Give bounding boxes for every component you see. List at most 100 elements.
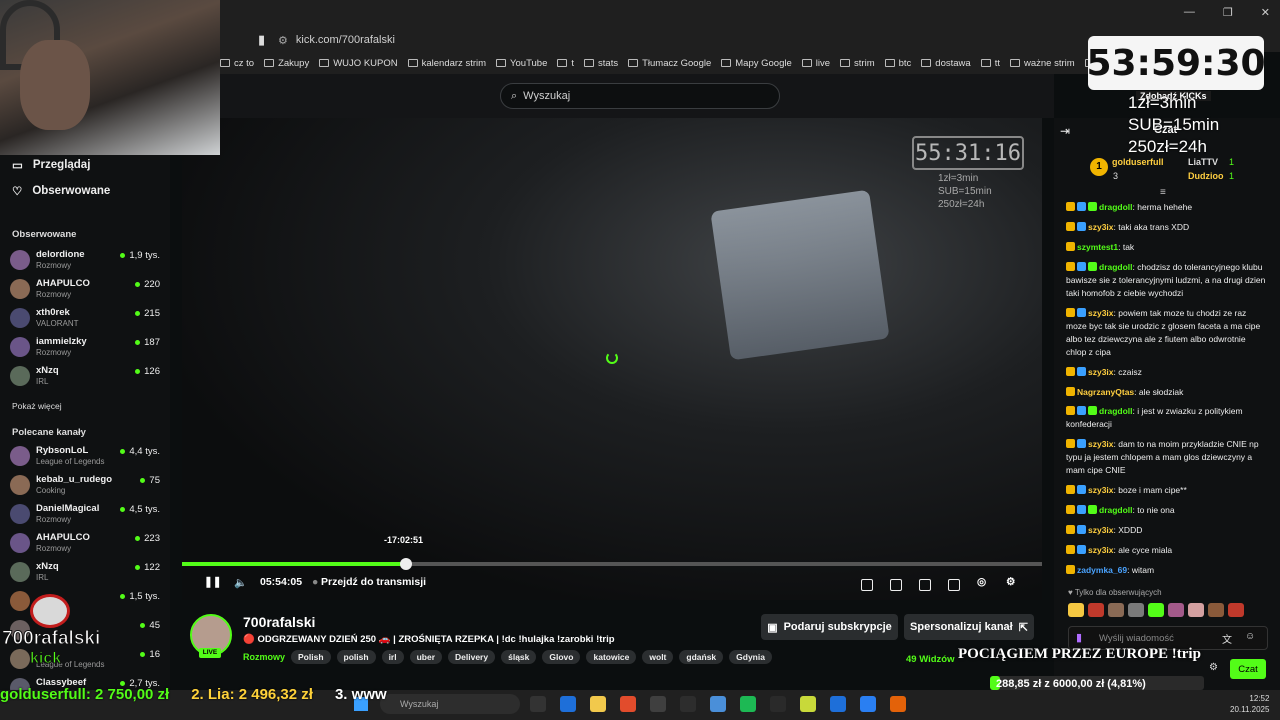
bookmark-item[interactable]: YouTube [496, 58, 547, 69]
nav-browse[interactable]: ▭ Przeglądaj [12, 158, 90, 172]
emote-icon[interactable] [1228, 603, 1244, 617]
stream-tag[interactable]: katowice [586, 650, 637, 664]
volume-icon[interactable]: 🔈 [234, 576, 247, 589]
stream-tag[interactable]: polish [336, 650, 376, 664]
chat-username[interactable]: szymtest1 [1077, 242, 1118, 252]
emote-icon[interactable] [1148, 603, 1164, 617]
close-button[interactable]: ✕ [1261, 6, 1270, 19]
clip-icon[interactable] [861, 579, 873, 591]
bookmark-star-icon[interactable]: ▮ [258, 32, 265, 48]
chat-username[interactable]: szy3ix [1088, 439, 1114, 449]
taskbar-app-icon[interactable] [830, 696, 846, 712]
streamer-name[interactable]: 700rafalski [243, 614, 315, 630]
bookmark-item[interactable]: btc [884, 58, 911, 69]
customize-channel-button[interactable]: Spersonalizuj kanał ⇱ [904, 614, 1034, 640]
bookmark-item[interactable]: live [801, 58, 830, 69]
show-more-link[interactable]: Pokaż więcej [12, 401, 62, 411]
bookmark-item[interactable]: Mapy Google [721, 58, 792, 69]
bookmark-item[interactable]: WUJO KUPON [319, 58, 398, 69]
emote-icon[interactable] [1188, 603, 1204, 617]
bookmark-item[interactable]: stats [584, 58, 618, 69]
sidebar-channel[interactable]: xNzq IRL 122 [10, 560, 160, 588]
stream-tag[interactable]: Delivery [448, 650, 496, 664]
emote-icon[interactable] [1068, 603, 1084, 617]
quality-icon[interactable]: ◎ [977, 576, 986, 588]
go-live-button[interactable]: Przejdź do transmisji [321, 576, 426, 588]
sidebar-channel[interactable]: iammielzky Rozmowy 187 [10, 335, 160, 363]
maximize-button[interactable]: ❐ [1223, 6, 1233, 19]
collapse-chat-icon[interactable]: ⇥ [1060, 124, 1070, 138]
bookmark-item[interactable]: strim [840, 58, 875, 69]
sidebar-channel[interactable]: delordione Rozmowy 1,9 tys. [10, 248, 160, 276]
bookmark-item[interactable]: tt [980, 58, 1000, 69]
miniplayer-icon[interactable] [919, 579, 931, 591]
sidebar-channel[interactable]: AHAPULCO Rozmowy 223 [10, 531, 160, 559]
emote-icon[interactable] [1128, 603, 1144, 617]
stream-tag[interactable]: gdańsk [679, 650, 724, 664]
taskbar-app-icon[interactable] [650, 696, 666, 712]
stream-tag[interactable]: wolt [642, 650, 674, 664]
taskbar-app-icon[interactable] [800, 696, 816, 712]
emote-icon[interactable] [1088, 603, 1104, 617]
taskbar-app-icon[interactable] [860, 696, 876, 712]
settings-gear-icon[interactable]: ⚙ [1006, 576, 1015, 588]
stream-tag[interactable]: Glovo [542, 650, 581, 664]
top-gifter-name[interactable]: golduserfull [1112, 157, 1164, 167]
emote-icon[interactable] [1208, 603, 1224, 617]
chat-username[interactable]: zadymka_69 [1077, 565, 1127, 575]
chat-username[interactable]: NagrzanyQtas [1077, 387, 1134, 397]
minimize-button[interactable]: — [1184, 6, 1195, 19]
stream-category[interactable]: Rozmowy [243, 652, 285, 662]
site-info-icon[interactable]: ⚙ [278, 34, 288, 47]
chat-username[interactable]: szy3ix [1088, 222, 1114, 232]
sidebar-channel[interactable]: RybsonLoL League of Legends 4,4 tys. [10, 444, 160, 472]
chat-username[interactable]: dragdoll [1099, 262, 1133, 272]
chat-username[interactable]: dragdoll [1099, 202, 1133, 212]
bookmark-item[interactable]: kalendarz strim [407, 58, 486, 69]
stream-tag[interactable]: Gdynia [729, 650, 772, 664]
chat-username[interactable]: dragdoll [1099, 406, 1133, 416]
chat-username[interactable]: szy3ix [1088, 485, 1114, 495]
bookmark-item[interactable]: dostawa [921, 58, 971, 69]
stream-tag[interactable]: irl [381, 650, 404, 664]
taskbar-app-icon[interactable] [740, 696, 756, 712]
top-gifter-name[interactable]: LiaTTV [1188, 157, 1218, 167]
bookmark-item[interactable]: t [557, 58, 574, 69]
stream-tag[interactable]: uber [409, 650, 443, 664]
taskbar-app-icon[interactable] [680, 696, 696, 712]
chat-send-button[interactable]: Czat [1230, 659, 1266, 679]
chat-username[interactable]: szy3ix [1088, 367, 1114, 377]
emote-icon[interactable] [1168, 603, 1184, 617]
gift-sub-button[interactable]: ▣ Podaruj subskrypcje [761, 614, 898, 640]
stream-tag[interactable]: Polish [291, 650, 331, 664]
seek-handle[interactable] [399, 558, 412, 570]
bookmark-item[interactable]: Tłumacz Google [628, 58, 711, 69]
pause-icon[interactable]: ❚❚ [204, 576, 222, 588]
nav-following[interactable]: ♡ Obserwowane [12, 184, 110, 198]
chat-username[interactable]: dragdoll [1099, 505, 1133, 515]
chat-username[interactable]: szy3ix [1088, 525, 1114, 535]
mic-icon[interactable]: ▮ [1076, 631, 1082, 644]
emote-icon[interactable] [1108, 603, 1124, 617]
site-search-input[interactable]: ⌕ Wyszukaj [500, 83, 780, 109]
emoji-icon[interactable]: ☺ [1245, 631, 1255, 642]
expand-chevron-icon[interactable]: ≡ [1160, 187, 1166, 198]
taskbar-app-icon[interactable] [710, 696, 726, 712]
sidebar-channel[interactable]: xNzq IRL 126 [10, 364, 160, 392]
sidebar-channel[interactable]: DanielMagical Rozmowy 4,5 tys. [10, 502, 160, 530]
sidebar-channel[interactable]: AHAPULCO Rozmowy 220 [10, 277, 160, 305]
bookmark-item[interactable]: cz to [220, 58, 254, 69]
top-gifter-name[interactable]: Dudzioo [1188, 171, 1224, 181]
sidebar-channel[interactable]: xth0rek VALORANT 215 [10, 306, 160, 334]
taskbar-app-icon[interactable] [770, 696, 786, 712]
fullscreen-icon[interactable] [948, 579, 960, 591]
bookmark-item[interactable]: ważne strim [1009, 58, 1075, 69]
chat-settings-icon[interactable]: ⚙ [1209, 662, 1218, 673]
stream-tag[interactable]: śląsk [501, 650, 537, 664]
sidebar-channel[interactable]: kebab_u_rudego Cooking 75 [10, 473, 160, 501]
bookmark-item[interactable]: Zakupy [264, 58, 309, 69]
theater-icon[interactable] [890, 579, 902, 591]
chat-username[interactable]: szy3ix [1088, 308, 1114, 318]
chat-username[interactable]: szy3ix [1088, 545, 1114, 555]
address-bar[interactable]: ⚙ kick.com/700rafalski [278, 30, 898, 50]
